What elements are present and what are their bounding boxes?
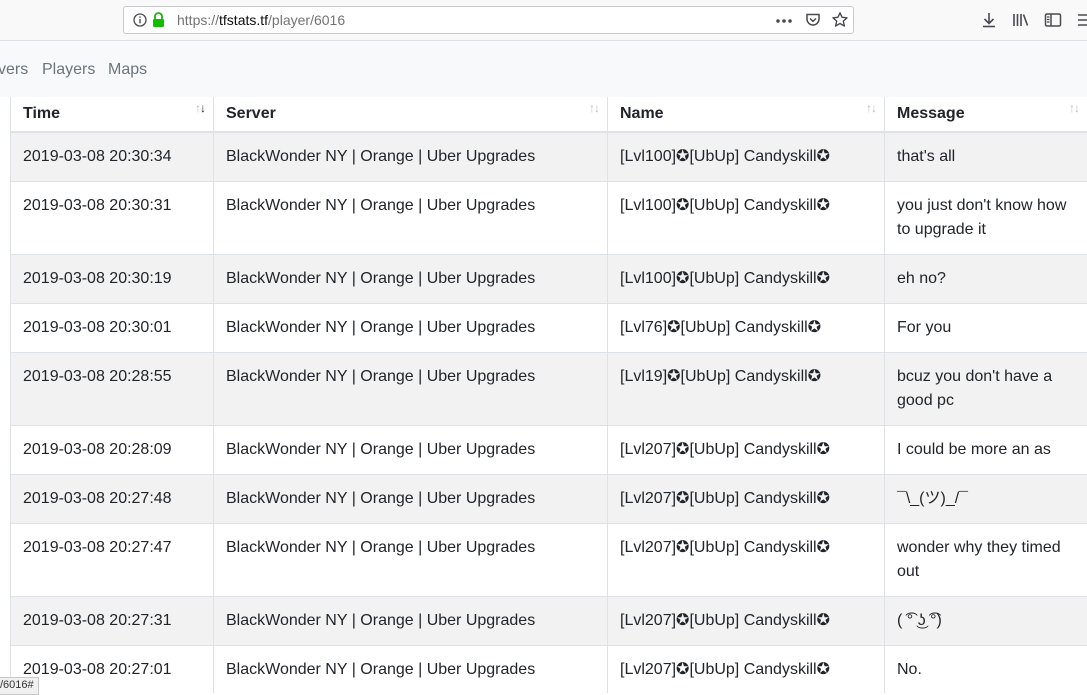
- cell-time: 2019-03-08 20:30:01: [11, 304, 214, 353]
- table-row: 2019-03-08 20:27:01 BlackWonder NY | Ora…: [11, 646, 1087, 694]
- table-row: 2019-03-08 20:28:09 BlackWonder NY | Ora…: [11, 426, 1087, 475]
- cell-time: 2019-03-08 20:30:19: [11, 255, 214, 304]
- cell-message: bcuz you don't have a good pc: [885, 353, 1087, 426]
- url-text[interactable]: https://tfstats.tf/player/6016: [177, 12, 345, 28]
- url-host: tfstats.tf: [219, 12, 268, 28]
- pocket-icon[interactable]: [805, 12, 821, 33]
- sort-icon[interactable]: ↑↓: [866, 101, 876, 115]
- cell-name: [Lvl76]✪[UbUp] Candyskill✪: [608, 304, 885, 353]
- bookmark-star-icon[interactable]: [831, 11, 849, 34]
- cell-name: [Lvl207]✪[UbUp] Candyskill✪: [608, 597, 885, 646]
- cell-message: ¯\_(ツ)_/¯: [885, 475, 1087, 524]
- cell-name: [Lvl207]✪[UbUp] Candyskill✪: [608, 646, 885, 694]
- library-icon[interactable]: [1012, 11, 1030, 34]
- chat-log-table-container: Time↑↓ Server↑↓ Name↑↓ Message↑↓ 2019-03…: [10, 97, 1087, 693]
- cell-server: BlackWonder NY | Orange | Uber Upgrades: [214, 132, 608, 182]
- cell-server: BlackWonder NY | Orange | Uber Upgrades: [214, 304, 608, 353]
- cell-time: 2019-03-08 20:27:31: [11, 597, 214, 646]
- cell-message: wonder why they timed out: [885, 524, 1087, 597]
- cell-time: 2019-03-08 20:28:55: [11, 353, 214, 426]
- cell-time: 2019-03-08 20:30:31: [11, 182, 214, 255]
- column-header-server[interactable]: Server↑↓: [214, 97, 608, 132]
- browser-toolbar: https://tfstats.tf/player/6016: [0, 0, 1087, 41]
- nav-link-players[interactable]: Players: [42, 61, 95, 79]
- column-header-name[interactable]: Name↑↓: [608, 97, 885, 132]
- sidebar-icon[interactable]: [1044, 11, 1062, 34]
- nav-link-servers[interactable]: vers: [0, 61, 28, 79]
- site-navbar: vers Players Maps: [0, 41, 1087, 97]
- table-row: 2019-03-08 20:27:31 BlackWonder NY | Ora…: [11, 597, 1087, 646]
- cell-server: BlackWonder NY | Orange | Uber Upgrades: [214, 182, 608, 255]
- nav-link-maps[interactable]: Maps: [108, 61, 147, 79]
- cell-time: 2019-03-08 20:27:48: [11, 475, 214, 524]
- cell-name: [Lvl100]✪[UbUp] Candyskill✪: [608, 182, 885, 255]
- cell-time: 2019-03-08 20:27:47: [11, 524, 214, 597]
- cell-message: For you: [885, 304, 1087, 353]
- table-row: 2019-03-08 20:30:19 BlackWonder NY | Ora…: [11, 255, 1087, 304]
- cell-time: 2019-03-08 20:28:09: [11, 426, 214, 475]
- link-status-overlay: /6016#: [0, 677, 39, 695]
- lock-icon[interactable]: [152, 12, 165, 33]
- sort-descending-icon[interactable]: ↑↓: [195, 101, 205, 115]
- cell-message: you just don't know how to upgrade it: [885, 182, 1087, 255]
- table-row: 2019-03-08 20:27:47 BlackWonder NY | Ora…: [11, 524, 1087, 597]
- table-row: 2019-03-08 20:30:34 BlackWonder NY | Ora…: [11, 132, 1087, 182]
- cell-server: BlackWonder NY | Orange | Uber Upgrades: [214, 353, 608, 426]
- table-row: 2019-03-08 20:30:31 BlackWonder NY | Ora…: [11, 182, 1087, 255]
- cell-server: BlackWonder NY | Orange | Uber Upgrades: [214, 597, 608, 646]
- cell-server: BlackWonder NY | Orange | Uber Upgrades: [214, 524, 608, 597]
- column-header-message[interactable]: Message↑↓: [885, 97, 1087, 132]
- table-row: 2019-03-08 20:28:55 BlackWonder NY | Ora…: [11, 353, 1087, 426]
- cell-server: BlackWonder NY | Orange | Uber Upgrades: [214, 475, 608, 524]
- cell-time: 2019-03-08 20:27:01: [11, 646, 214, 694]
- cell-message: I could be more an as: [885, 426, 1087, 475]
- table-header-row: Time↑↓ Server↑↓ Name↑↓ Message↑↓: [11, 97, 1087, 132]
- cell-server: BlackWonder NY | Orange | Uber Upgrades: [214, 255, 608, 304]
- table-row: 2019-03-08 20:27:48 BlackWonder NY | Ora…: [11, 475, 1087, 524]
- cell-name: [Lvl207]✪[UbUp] Candyskill✪: [608, 475, 885, 524]
- cell-server: BlackWonder NY | Orange | Uber Upgrades: [214, 426, 608, 475]
- cell-name: [Lvl207]✪[UbUp] Candyskill✪: [608, 524, 885, 597]
- page-actions-icon[interactable]: [775, 14, 793, 32]
- cell-name: [Lvl100]✪[UbUp] Candyskill✪: [608, 255, 885, 304]
- cell-time: 2019-03-08 20:30:34: [11, 132, 214, 182]
- column-header-time[interactable]: Time↑↓: [11, 97, 214, 132]
- table-row: 2019-03-08 20:30:01 BlackWonder NY | Ora…: [11, 304, 1087, 353]
- cell-name: [Lvl100]✪[UbUp] Candyskill✪: [608, 132, 885, 182]
- chat-log-table: Time↑↓ Server↑↓ Name↑↓ Message↑↓ 2019-03…: [10, 97, 1087, 693]
- menu-icon[interactable]: [1076, 11, 1087, 34]
- sort-icon[interactable]: ↑↓: [589, 101, 599, 115]
- sort-icon[interactable]: ↑↓: [1069, 101, 1079, 115]
- download-icon[interactable]: [980, 11, 998, 34]
- url-path: /player/6016: [268, 12, 345, 28]
- cell-name: [Lvl207]✪[UbUp] Candyskill✪: [608, 426, 885, 475]
- cell-message: ( ͡° ͜ʖ ͡°): [885, 597, 1087, 646]
- cell-message: that's all: [885, 132, 1087, 182]
- cell-server: BlackWonder NY | Orange | Uber Upgrades: [214, 646, 608, 694]
- cell-message: eh no?: [885, 255, 1087, 304]
- info-icon[interactable]: [133, 13, 147, 32]
- cell-name: [Lvl19]✪[UbUp] Candyskill✪: [608, 353, 885, 426]
- address-bar[interactable]: https://tfstats.tf/player/6016: [123, 6, 854, 34]
- cell-message: No.: [885, 646, 1087, 694]
